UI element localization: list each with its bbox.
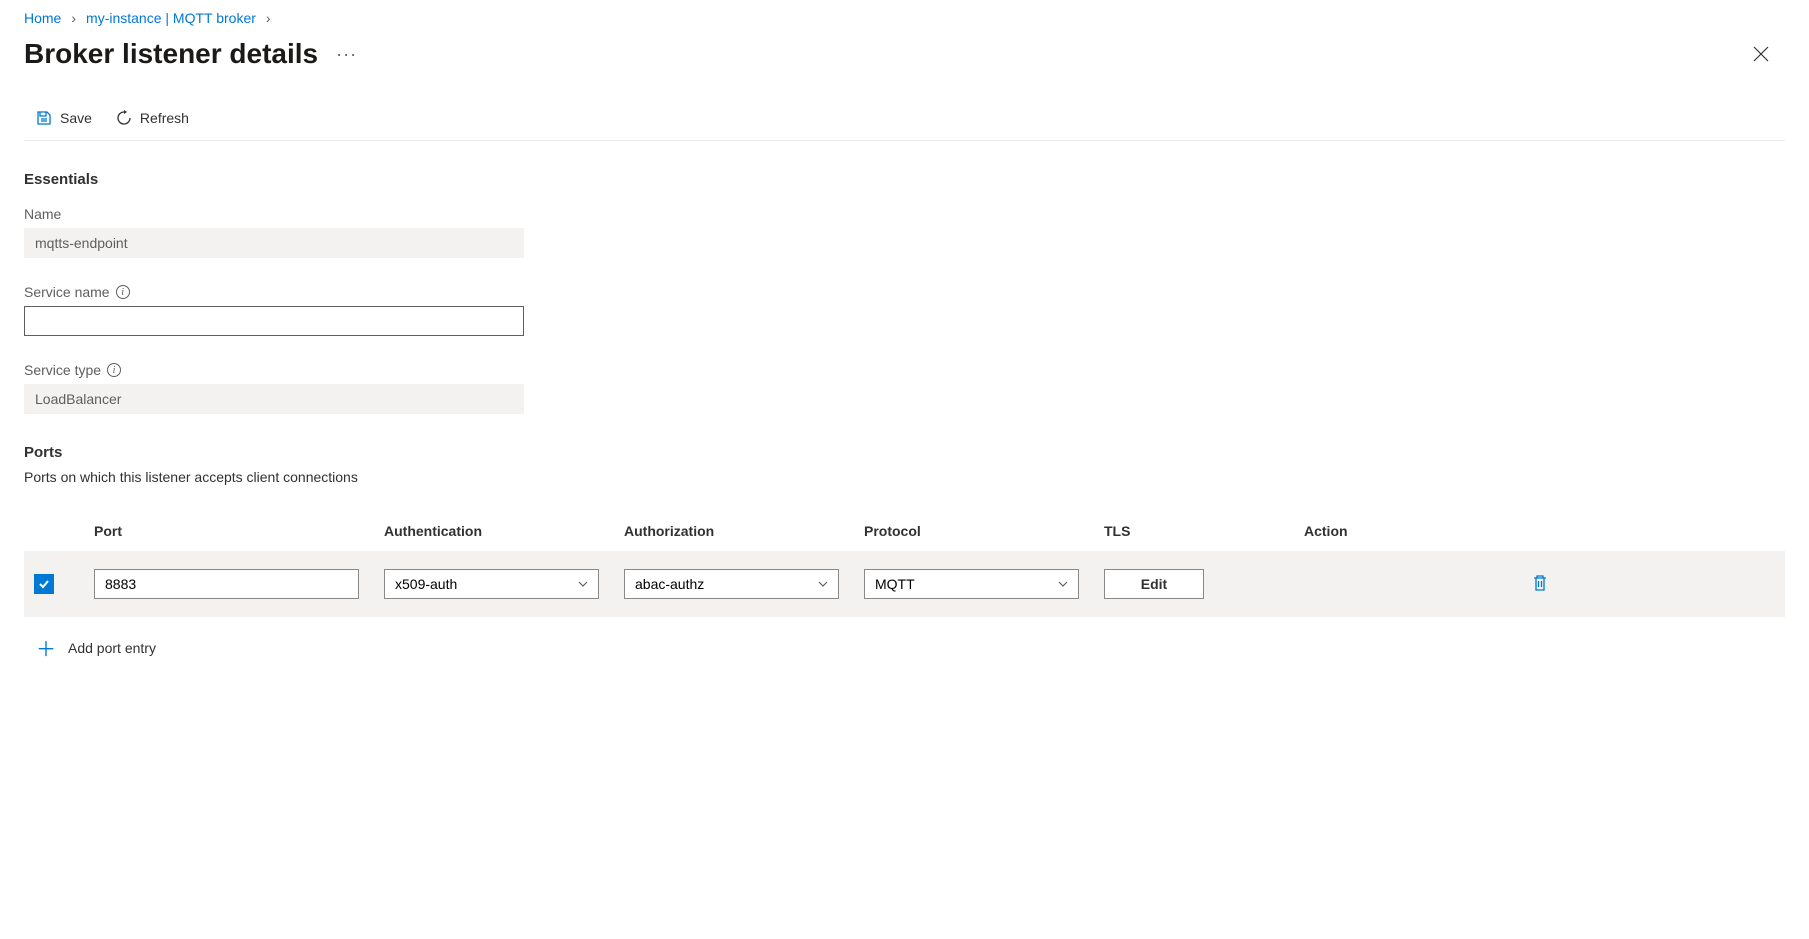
col-auth: Authentication: [384, 523, 624, 539]
authentication-select[interactable]: [384, 569, 599, 599]
protocol-select[interactable]: [864, 569, 1079, 599]
save-icon: [36, 110, 52, 126]
save-label: Save: [60, 110, 92, 126]
plus-icon: ＋: [36, 633, 56, 662]
col-protocol: Protocol: [864, 523, 1104, 539]
add-port-label: Add port entry: [68, 640, 156, 656]
save-button[interactable]: Save: [36, 110, 92, 126]
close-icon: [1753, 46, 1769, 62]
col-tls: TLS: [1104, 523, 1304, 539]
trash-icon: [1532, 574, 1548, 592]
service-type-label: Service type: [24, 362, 101, 378]
service-name-field[interactable]: [24, 306, 524, 336]
col-authz: Authorization: [624, 523, 864, 539]
breadcrumb-home[interactable]: Home: [24, 10, 61, 26]
ports-description: Ports on which this listener accepts cli…: [24, 469, 1785, 485]
close-button[interactable]: [1745, 42, 1777, 66]
refresh-icon: [116, 110, 132, 126]
chevron-right-icon: ›: [266, 10, 271, 26]
essentials-heading: Essentials: [24, 171, 1785, 188]
ports-heading: Ports: [24, 444, 1785, 461]
info-icon[interactable]: i: [116, 285, 130, 299]
service-name-label: Service name: [24, 284, 110, 300]
page-title: Broker listener details: [24, 38, 318, 70]
name-label: Name: [24, 206, 1785, 222]
chevron-right-icon: ›: [71, 10, 76, 26]
add-port-entry-button[interactable]: ＋ Add port entry: [24, 633, 1785, 662]
tls-edit-button[interactable]: Edit: [1104, 569, 1204, 599]
service-type-field: [24, 384, 524, 414]
col-action: Action: [1304, 523, 1775, 539]
refresh-button[interactable]: Refresh: [116, 110, 189, 126]
col-port: Port: [94, 523, 384, 539]
more-icon[interactable]: ···: [336, 44, 357, 65]
authorization-select[interactable]: [624, 569, 839, 599]
command-bar: Save Refresh: [24, 110, 1785, 141]
check-icon: [38, 578, 50, 590]
refresh-label: Refresh: [140, 110, 189, 126]
breadcrumb: Home › my-instance | MQTT broker ›: [24, 0, 1785, 34]
info-icon[interactable]: i: [107, 363, 121, 377]
ports-table-header: Port Authentication Authorization Protoc…: [24, 515, 1785, 551]
name-field: [24, 228, 524, 258]
row-checkbox[interactable]: [34, 574, 54, 594]
port-input[interactable]: [94, 569, 359, 599]
delete-row-button[interactable]: [1532, 574, 1548, 592]
breadcrumb-instance[interactable]: my-instance | MQTT broker: [86, 10, 256, 26]
table-row: Edit: [24, 551, 1785, 617]
